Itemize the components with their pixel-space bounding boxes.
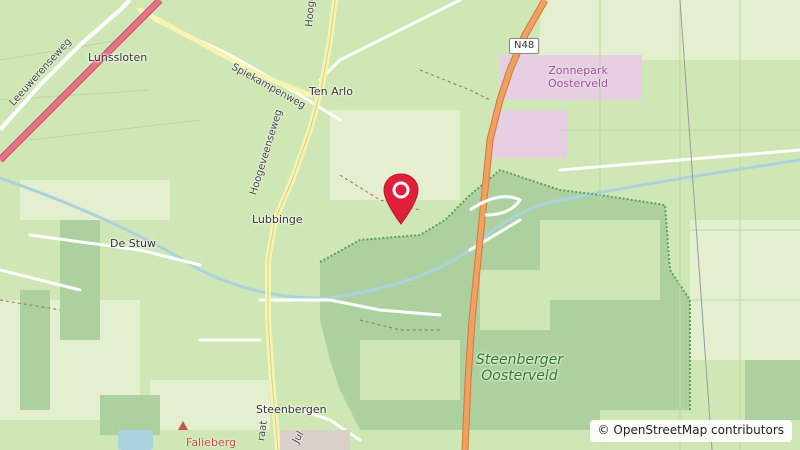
nature-line2: Oosterveld xyxy=(481,368,558,385)
copyright-symbol: © xyxy=(597,423,610,438)
place-label-lunssloten: Lunssloten xyxy=(88,51,148,64)
poi-label-falieberg: Falieberg xyxy=(186,436,236,449)
road-shield-n48: N48 xyxy=(509,38,540,54)
osm-attribution-link[interactable]: OpenStreetMap contributors xyxy=(613,423,784,437)
viewpoint-icon xyxy=(178,421,188,430)
location-marker-icon[interactable] xyxy=(382,172,420,226)
place-label-lubbinge: Lubbinge xyxy=(252,213,303,226)
zonnepark-line1: Zonnepark xyxy=(548,64,608,77)
place-label-de-stuw: De Stuw xyxy=(110,237,156,250)
place-label-steenbergen: Steenbergen xyxy=(256,403,327,416)
attribution: © OpenStreetMap contributors xyxy=(589,420,792,442)
area-label-zonnepark: Zonnepark Oosterveld xyxy=(548,64,608,90)
zonnepark-line2: Oosterveld xyxy=(548,77,609,91)
nature-line1: Steenberger xyxy=(476,352,563,368)
place-label-ten-arlo: Ten Arlo xyxy=(309,85,353,98)
map-canvas[interactable]: Lunssloten Ten Arlo Lubbinge De Stuw Ste… xyxy=(0,0,800,450)
area-label-steenberger-oosterveld: Steenberger Oosterveld xyxy=(476,352,563,384)
